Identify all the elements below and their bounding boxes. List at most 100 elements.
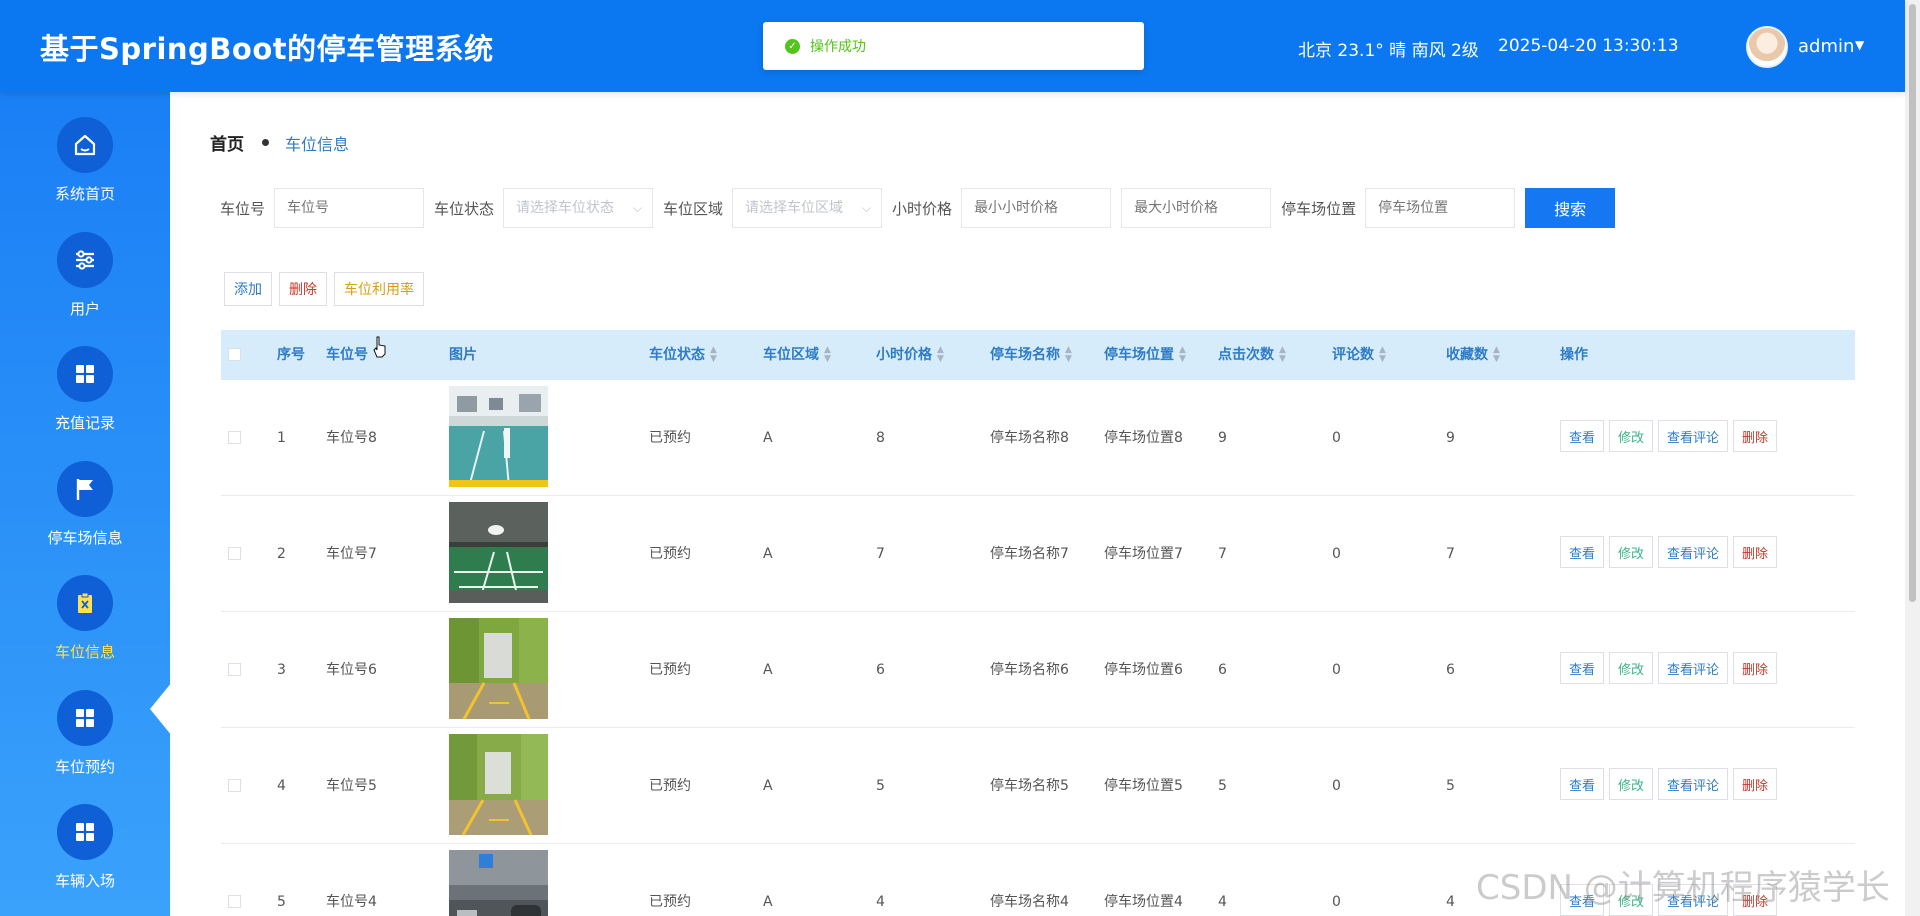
parking-photo[interactable]: [449, 386, 548, 487]
col-lot-location[interactable]: 停车场位置 ▲ ▼: [1104, 330, 1186, 380]
sort-icon[interactable]: ▲ ▼: [1279, 346, 1286, 364]
cell-status: 已预约: [649, 778, 691, 794]
view-button[interactable]: 查看: [1560, 420, 1605, 452]
sidebar-item-vehicle-entry[interactable]: 车辆入场: [0, 804, 170, 914]
view-comments-button[interactable]: 查看评论: [1658, 768, 1729, 800]
cell-clicks: 9: [1218, 430, 1227, 446]
batch-delete-button[interactable]: 删除: [279, 272, 327, 306]
col-comments[interactable]: 评论数 ▲ ▼: [1332, 330, 1386, 380]
cell-status: 已预约: [649, 662, 691, 678]
sidebar-item-recharge[interactable]: 充值记录: [0, 346, 170, 456]
user-menu-name[interactable]: admin: [1798, 36, 1854, 57]
cell-comments: 0: [1332, 430, 1341, 446]
home-icon: [57, 117, 113, 173]
sort-icon[interactable]: ▲ ▼: [937, 346, 944, 364]
edit-button[interactable]: 修改: [1609, 420, 1654, 452]
spot-no-input[interactable]: [274, 188, 425, 228]
price-min-input[interactable]: [961, 188, 1112, 228]
col-spot[interactable]: 车位号: [326, 330, 368, 380]
cell-lot-name: 停车场名称4: [990, 894, 1069, 910]
sort-icon[interactable]: ▲ ▼: [1179, 346, 1186, 364]
sidebar: 系统首页 用户 充值记录 停车场信息 车位信息 车位预约 车辆入场: [0, 92, 172, 916]
area-select[interactable]: 请选择车位区域 ⌵: [732, 188, 883, 228]
col-clicks-label: 点击次数: [1218, 347, 1274, 363]
chevron-down-icon: ⌵: [861, 201, 872, 215]
delete-button[interactable]: 删除: [1733, 536, 1778, 568]
location-input[interactable]: [1365, 188, 1516, 228]
search-button[interactable]: 搜索: [1525, 188, 1616, 228]
parking-photo[interactable]: [449, 734, 548, 835]
parking-photo[interactable]: [449, 850, 548, 916]
select-all-checkbox[interactable]: [228, 348, 241, 361]
cell-index: 5: [277, 894, 286, 910]
table-header: 序号 车位号 图片 车位状态 ▲ ▼ 车位区域 ▲ ▼ 小时价格 ▲ ▼ 停车场名称 ▲ ▼ 停…: [221, 330, 1855, 380]
cell-area: A: [763, 430, 773, 446]
sidebar-item-reservation[interactable]: 车位预约: [0, 690, 170, 800]
col-status[interactable]: 车位状态 ▲ ▼: [649, 330, 717, 380]
edit-button[interactable]: 修改: [1609, 536, 1654, 568]
spot-table: 序号 车位号 图片 车位状态 ▲ ▼ 车位区域 ▲ ▼ 小时价格 ▲ ▼ 停车场名称 ▲ ▼ 停…: [221, 330, 1855, 916]
action-bar: 添加 删除 车位利用率: [224, 272, 431, 306]
sidebar-item-spot-info[interactable]: 车位信息: [0, 575, 170, 685]
view-comments-button[interactable]: 查看评论: [1658, 536, 1729, 568]
area-select-placeholder: 请选择车位区域: [745, 200, 844, 216]
delete-button[interactable]: 删除: [1733, 652, 1778, 684]
cell-clicks: 4: [1218, 894, 1227, 910]
cell-clicks: 6: [1218, 662, 1227, 678]
cell-area: A: [763, 546, 773, 562]
row-checkbox[interactable]: [228, 663, 241, 676]
sort-icon[interactable]: ▲ ▼: [824, 346, 831, 364]
col-lot-name[interactable]: 停车场名称 ▲ ▼: [990, 330, 1072, 380]
cell-price: 8: [876, 430, 885, 446]
parking-photo[interactable]: [449, 502, 548, 603]
sort-icon[interactable]: ▲ ▼: [1493, 346, 1500, 364]
sort-icon[interactable]: ▲ ▼: [1065, 346, 1072, 364]
col-price[interactable]: 小时价格 ▲ ▼: [876, 330, 944, 380]
col-clicks[interactable]: 点击次数 ▲ ▼: [1218, 330, 1286, 380]
sidebar-item-home[interactable]: 系统首页: [0, 117, 170, 227]
cell-price: 5: [876, 778, 885, 794]
sidebar-item-label: 停车场信息: [47, 529, 123, 547]
edit-button[interactable]: 修改: [1609, 768, 1654, 800]
row-operations: 查看 修改 查看评论 删除: [1560, 420, 1782, 452]
sidebar-item-parking-lot[interactable]: 停车场信息: [0, 461, 170, 571]
app-title: 基于SpringBoot的停车管理系统: [40, 32, 494, 66]
usage-rate-button[interactable]: 车位利用率: [334, 272, 424, 306]
caret-down-icon[interactable]: ▼: [1855, 38, 1864, 52]
sort-icon[interactable]: ▲ ▼: [1379, 346, 1386, 364]
view-button[interactable]: 查看: [1560, 536, 1605, 568]
col-favorites[interactable]: 收藏数 ▲ ▼: [1446, 330, 1500, 380]
row-checkbox[interactable]: [228, 779, 241, 792]
sliders-icon: [57, 232, 113, 288]
add-button[interactable]: 添加: [224, 272, 272, 306]
page-scrollbar[interactable]: [1905, 0, 1920, 916]
scrollbar-thumb[interactable]: [1909, 4, 1916, 602]
cell-lot-name: 停车场名称6: [990, 662, 1069, 678]
view-button[interactable]: 查看: [1560, 652, 1605, 684]
row-operations: 查看 修改 查看评论 删除: [1560, 652, 1782, 684]
breadcrumb-home[interactable]: 首页: [210, 130, 244, 155]
view-comments-button[interactable]: 查看评论: [1658, 652, 1729, 684]
col-lot-name-label: 停车场名称: [990, 347, 1060, 363]
view-comments-button[interactable]: 查看评论: [1658, 420, 1729, 452]
price-max-input[interactable]: [1121, 188, 1272, 228]
cell-comments: 0: [1332, 778, 1341, 794]
cell-favorites: 6: [1446, 662, 1455, 678]
view-button[interactable]: 查看: [1560, 768, 1605, 800]
col-area[interactable]: 车位区域 ▲ ▼: [763, 330, 831, 380]
row-operations: 查看 修改 查看评论 删除: [1560, 768, 1782, 800]
avatar[interactable]: [1746, 26, 1788, 68]
delete-button[interactable]: 删除: [1733, 420, 1778, 452]
delete-button[interactable]: 删除: [1733, 768, 1778, 800]
status-select[interactable]: 请选择车位状态 ⌵: [503, 188, 654, 228]
parking-photo[interactable]: [449, 618, 548, 719]
cell-status: 已预约: [649, 894, 691, 910]
row-checkbox[interactable]: [228, 547, 241, 560]
cell-comments: 0: [1332, 546, 1341, 562]
sidebar-item-users[interactable]: 用户: [0, 232, 170, 342]
cell-price: 4: [876, 894, 885, 910]
row-checkbox[interactable]: [228, 431, 241, 444]
sort-icon[interactable]: ▲ ▼: [710, 346, 717, 364]
edit-button[interactable]: 修改: [1609, 652, 1654, 684]
row-checkbox[interactable]: [228, 895, 241, 908]
